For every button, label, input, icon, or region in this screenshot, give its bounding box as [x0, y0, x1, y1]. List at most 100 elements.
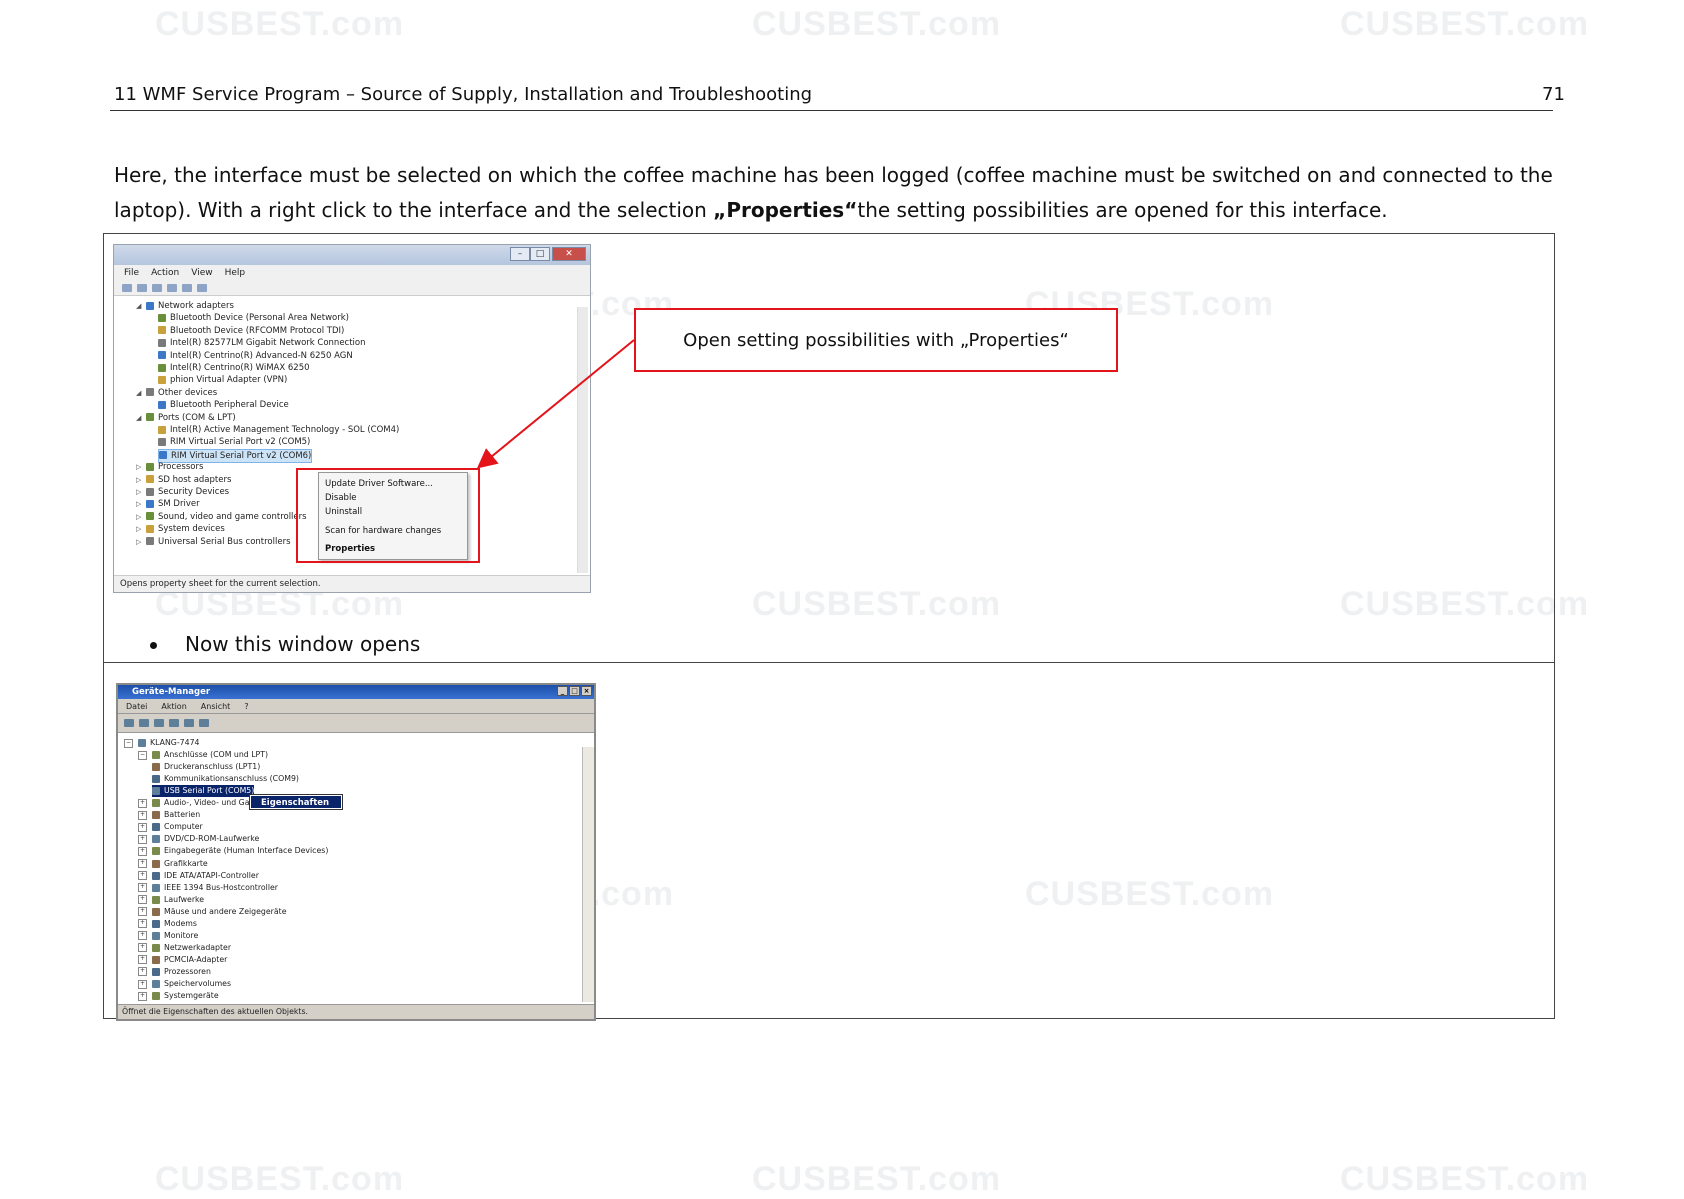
expand-toggle-icon[interactable]: +	[138, 871, 147, 881]
expand-toggle-icon[interactable]: +	[138, 919, 147, 929]
device-tree-row[interactable]: ▷ SD host adapters	[136, 474, 231, 486]
expand-toggle-icon[interactable]: +	[138, 931, 147, 941]
expand-arrow-icon[interactable]: ▷	[136, 536, 146, 548]
forward-icon[interactable]	[139, 719, 149, 727]
expand-toggle-icon[interactable]: +	[138, 883, 147, 893]
xp-context-menu-properties[interactable]: Eigenschaften	[249, 794, 343, 810]
device-tree-row[interactable]: + IEEE 1394 Bus-Hostcontroller	[138, 882, 278, 894]
back-icon[interactable]	[122, 284, 132, 292]
device-tree-row[interactable]: ▷ Security Devices	[136, 486, 229, 498]
device-tree-row[interactable]: ◢ Ports (COM & LPT)	[136, 412, 236, 424]
device-tree-row[interactable]: + Monitore	[138, 930, 198, 942]
expand-arrow-icon[interactable]: ◢	[136, 300, 146, 312]
device-tree-row[interactable]: Intel(R) 82577LM Gigabit Network Connect…	[158, 337, 366, 349]
help-icon[interactable]	[167, 284, 177, 292]
minimize-icon[interactable]: _	[557, 686, 568, 696]
device-tree-row[interactable]: + Batterien	[138, 809, 200, 821]
scan-icon[interactable]	[182, 284, 192, 292]
scan-icon[interactable]	[199, 719, 209, 727]
forward-icon[interactable]	[137, 284, 147, 292]
expand-arrow-icon[interactable]: ▷	[136, 461, 146, 473]
expand-toggle-icon[interactable]: +	[138, 907, 147, 917]
device-tree-row[interactable]: + Modems	[138, 918, 197, 930]
device-tree-row[interactable]: − KLANG-7474	[124, 737, 200, 749]
device-tree-row[interactable]: Intel(R) Centrino(R) WiMAX 6250	[158, 362, 310, 374]
expand-toggle-icon[interactable]: −	[138, 750, 147, 760]
win7-menu-item[interactable]: Action	[151, 268, 179, 278]
device-tree-row[interactable]: + Laufwerke	[138, 894, 204, 906]
device-tree-row[interactable]: + Systemgeräte	[138, 990, 219, 1002]
expand-arrow-icon[interactable]: ▷	[136, 511, 146, 523]
expand-toggle-icon[interactable]: +	[138, 967, 147, 977]
properties-icon[interactable]	[152, 284, 162, 292]
win7-menu-item[interactable]: Help	[225, 268, 246, 278]
device-tree-row[interactable]: Intel(R) Active Management Technology - …	[158, 424, 399, 436]
device-tree-row[interactable]: phion Virtual Adapter (VPN)	[158, 374, 287, 386]
expand-arrow-icon[interactable]: ▷	[136, 523, 146, 535]
expand-toggle-icon[interactable]: +	[138, 822, 147, 832]
expand-toggle-icon[interactable]: +	[138, 991, 147, 1001]
expand-toggle-icon[interactable]: +	[138, 979, 147, 989]
device-tree-row[interactable]: ▷ System devices	[136, 523, 225, 535]
device-tree-row[interactable]: Druckeranschluss (LPT1)	[152, 761, 260, 773]
device-tree-row[interactable]: − Anschlüsse (COM und LPT)	[138, 749, 268, 761]
back-icon[interactable]	[124, 719, 134, 727]
device-tree-row[interactable]: Bluetooth Device (RFCOMM Protocol TDI)	[158, 325, 344, 337]
xp-menu-item[interactable]: Ansicht	[201, 702, 231, 711]
expand-arrow-icon[interactable]: ▷	[136, 474, 146, 486]
win7-menu-item[interactable]: View	[191, 268, 212, 278]
properties-icon[interactable]	[154, 719, 164, 727]
win7-menu-item[interactable]: File	[124, 268, 139, 278]
expand-toggle-icon[interactable]: −	[124, 738, 133, 748]
device-tree-row[interactable]: + Speichervolumes	[138, 978, 231, 990]
device-tree-row[interactable]: + Prozessoren	[138, 966, 211, 978]
expand-arrow-icon[interactable]: ◢	[136, 387, 146, 399]
xp-scrollbar[interactable]	[582, 747, 594, 1002]
close-icon[interactable]: ×	[581, 686, 592, 696]
device-tree-row[interactable]: USB Serial Port (COM5)	[152, 785, 255, 798]
device-tree-row[interactable]: Kommunikationsanschluss (COM9)	[152, 773, 299, 785]
device-label: Batterien	[164, 810, 201, 820]
win7-scrollbar[interactable]	[577, 307, 588, 573]
expand-arrow-icon[interactable]: ▷	[136, 486, 146, 498]
device-tree-row[interactable]: + PCMCIA-Adapter	[138, 954, 227, 966]
xp-menu-item[interactable]: ?	[244, 702, 248, 711]
expand-toggle-icon[interactable]: +	[138, 859, 147, 868]
expand-toggle-icon[interactable]: +	[138, 846, 147, 856]
minimize-icon[interactable]: –	[510, 247, 530, 261]
maximize-icon[interactable]: □	[569, 686, 580, 696]
expand-toggle-icon[interactable]: +	[138, 834, 147, 844]
device-tree-row[interactable]: + Computer	[138, 821, 203, 833]
xp-menu-item[interactable]: Datei	[126, 702, 147, 711]
device-tree-row[interactable]: Intel(R) Centrino(R) Advanced-N 6250 AGN	[158, 350, 353, 362]
device-tree-row[interactable]: ▷ Sound, video and game controllers	[136, 511, 307, 523]
expand-arrow-icon[interactable]: ◢	[136, 412, 146, 424]
help-icon[interactable]	[184, 719, 194, 727]
expand-arrow-icon[interactable]: ▷	[136, 498, 146, 510]
expand-toggle-icon[interactable]: +	[138, 810, 147, 820]
device-tree-row[interactable]: Bluetooth Device (Personal Area Network)	[158, 312, 349, 324]
close-icon[interactable]: ✕	[552, 247, 586, 261]
device-tree-row[interactable]: RIM Virtual Serial Port v2 (COM5)	[158, 436, 310, 448]
expand-toggle-icon[interactable]: +	[138, 955, 147, 965]
device-tree-row[interactable]: ◢ Network adapters	[136, 300, 234, 312]
device-label: Bluetooth Device (Personal Area Network)	[170, 313, 349, 324]
maximize-icon[interactable]: □	[530, 247, 550, 261]
update-icon[interactable]	[197, 284, 207, 292]
device-tree-row[interactable]: + Netzwerkadapter	[138, 942, 231, 954]
device-tree-row[interactable]: + IDE ATA/ATAPI-Controller	[138, 870, 259, 882]
device-tree-row[interactable]: + Grafikkarte	[138, 858, 208, 870]
device-tree-row[interactable]: ◢ Other devices	[136, 387, 217, 399]
device-tree-row[interactable]: + Mäuse und andere Zeigegeräte	[138, 906, 287, 918]
expand-toggle-icon[interactable]: +	[138, 798, 147, 808]
expand-toggle-icon[interactable]: +	[138, 943, 147, 953]
device-tree-row[interactable]: + Eingabegeräte (Human Interface Devices)	[138, 845, 328, 857]
xp-menu-item[interactable]: Aktion	[161, 702, 186, 711]
device-tree-row[interactable]: ▷ Universal Serial Bus controllers	[136, 536, 291, 548]
expand-toggle-icon[interactable]: +	[138, 895, 147, 905]
device-tree-row[interactable]: ▷ Processors	[136, 461, 203, 473]
device-tree-row[interactable]: ▷ SM Driver	[136, 498, 200, 510]
device-tree-row[interactable]: + DVD/CD-ROM-Laufwerke	[138, 833, 259, 845]
print-icon[interactable]	[169, 719, 179, 727]
device-tree-row[interactable]: Bluetooth Peripheral Device	[158, 399, 289, 411]
